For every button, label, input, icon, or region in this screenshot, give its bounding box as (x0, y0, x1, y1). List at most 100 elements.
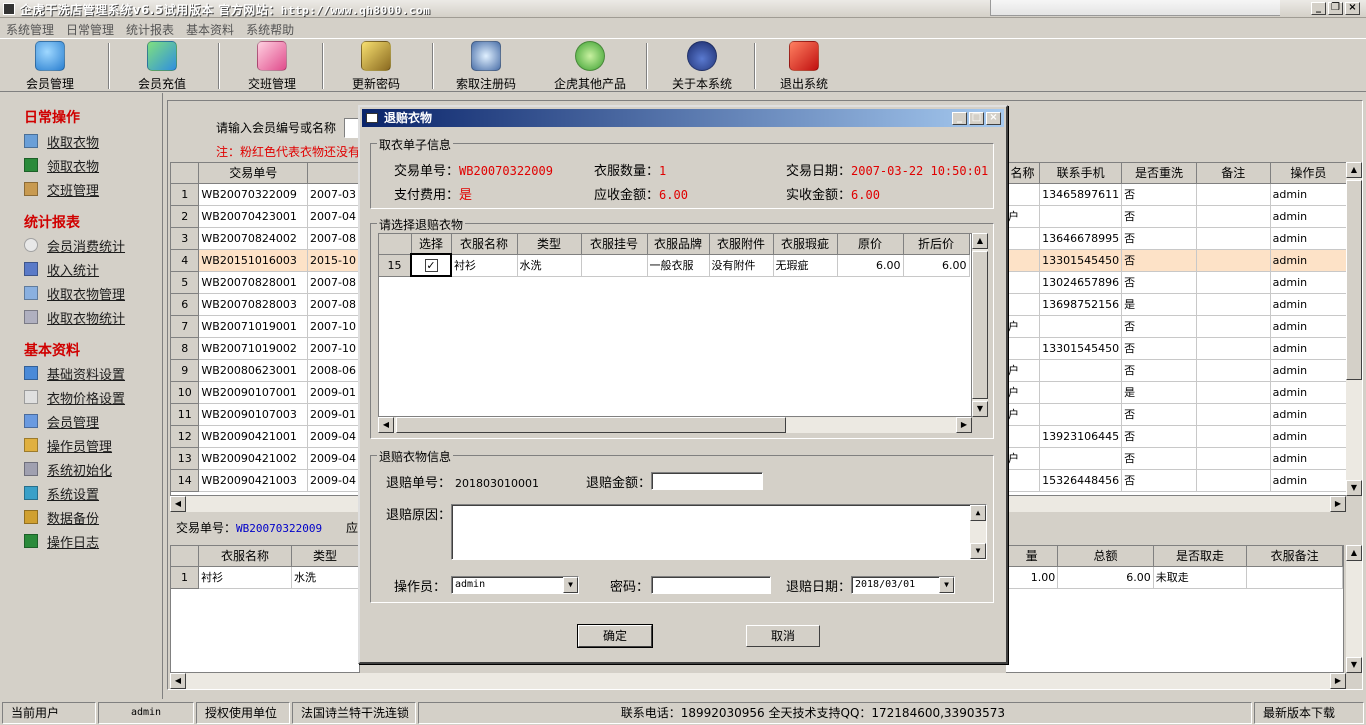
column-header-price[interactable]: 原价 (837, 234, 904, 255)
sidebar-item-clothes-manage[interactable]: 收取衣物管理 (24, 283, 125, 303)
column-header-picked[interactable]: 是否取走 (1153, 546, 1248, 567)
scroll-up-icon[interactable]: ▲ (972, 233, 988, 249)
table-row[interactable]: 13301545450 否 admin (1006, 249, 1347, 272)
scroll-thumb[interactable] (1346, 180, 1362, 380)
table-row[interactable]: 户否 admin (1006, 403, 1347, 426)
column-header-rewash[interactable]: 是否重洗 (1121, 163, 1197, 184)
reason-textarea[interactable]: ▲ ▼ (451, 504, 987, 560)
column-header-cloth-type[interactable]: 类型 (291, 546, 359, 567)
maximize-icon[interactable]: □ (969, 112, 984, 125)
table-row[interactable]: 户否 admin (1006, 359, 1347, 382)
column-header-cloth-name[interactable]: 衣服名称 (451, 234, 518, 255)
menu-help[interactable]: 系统帮助 (240, 19, 300, 37)
chevron-down-icon[interactable]: ▼ (563, 577, 578, 593)
table-row[interactable]: 13024657896 否 admin (1006, 271, 1347, 294)
clothes-vscroll[interactable]: ▲ ▼ (1346, 545, 1362, 673)
column-header-select[interactable]: 选择 (411, 234, 452, 255)
toolbar-about-button[interactable]: 关于本系统 (666, 41, 738, 91)
sidebar-item-operators[interactable]: 操作员管理 (24, 435, 112, 455)
scroll-down-icon[interactable]: ▼ (970, 543, 986, 559)
scroll-up-icon[interactable]: ▲ (970, 505, 986, 521)
toolbar-exit-button[interactable]: 退出系统 (774, 41, 834, 91)
sidebar-item-receive[interactable]: 收取衣物 (24, 131, 99, 151)
column-header-remark[interactable]: 备注 (1196, 163, 1271, 184)
column-header-total[interactable]: 总额 (1057, 546, 1154, 567)
close-icon[interactable]: × (1345, 2, 1360, 15)
sidebar-item-log[interactable]: 操作日志 (24, 531, 99, 551)
toolbar-products-button[interactable]: 企虎其他产品 (548, 41, 632, 91)
sidebar-item-price-settings[interactable]: 衣物价格设置 (24, 387, 125, 407)
operator-select[interactable]: admin ▼ (451, 576, 579, 594)
column-header-operator[interactable]: 操作员 (1270, 163, 1347, 184)
table-row[interactable]: 13301545450 否 admin (1006, 337, 1347, 360)
scroll-left-icon[interactable]: ◀ (170, 496, 186, 512)
scroll-down-icon[interactable]: ▼ (1346, 480, 1362, 496)
scroll-up-icon[interactable]: ▲ (1346, 545, 1362, 561)
refund-date-picker[interactable]: 2018/03/01 ▼ (851, 576, 955, 594)
minimize-icon[interactable]: _ (1311, 2, 1326, 15)
sidebar-item-shift[interactable]: 交班管理 (24, 179, 99, 199)
column-header-tag[interactable]: 衣服挂号 (581, 234, 648, 255)
table-row[interactable]: 13923106445 否 admin (1006, 425, 1347, 448)
scroll-left-icon[interactable]: ◀ (378, 417, 394, 433)
table-row[interactable]: 户是 admin (1006, 381, 1347, 404)
toolbar-members-button[interactable]: 会员管理 (20, 41, 80, 91)
table-row[interactable]: 9 WB20080623001 2008-06 (171, 359, 359, 382)
table-row[interactable]: 11 WB20090107003 2009-01 (171, 403, 359, 426)
table-row[interactable]: 1 衬衫 水洗 (171, 566, 359, 589)
table-row[interactable]: 3 WB20070824002 2007-08 (171, 227, 359, 250)
table-row[interactable]: 10 WB20090107001 2009-01 (171, 381, 359, 404)
sidebar-item-init[interactable]: 系统初始化 (24, 459, 112, 479)
refund-table-hscroll[interactable]: ◀ ▶ (378, 417, 972, 433)
column-header-cloth-name[interactable]: 衣服名称 (198, 546, 292, 567)
table-row[interactable]: 13465897611 否 admin (1006, 183, 1347, 206)
column-header-cloth-type[interactable]: 类型 (517, 234, 582, 255)
scroll-down-icon[interactable]: ▼ (1346, 657, 1362, 673)
sidebar-item-backup[interactable]: 数据备份 (24, 507, 99, 527)
scroll-up-icon[interactable]: ▲ (1346, 162, 1362, 178)
restore-icon[interactable]: ❐ (1328, 2, 1343, 15)
sidebar-item-clothes-stats[interactable]: 收取衣物统计 (24, 307, 125, 327)
table-row[interactable]: 4 WB20151016003 2015-10 (171, 249, 359, 272)
table-row[interactable]: 15326448456 否 admin (1006, 469, 1347, 492)
select-checkbox[interactable]: ✓ (424, 258, 438, 272)
download-link[interactable]: 最新版本下载 (1254, 702, 1364, 724)
toolbar-shift-button[interactable]: 交班管理 (242, 41, 302, 91)
table-row[interactable]: 6 WB20070828003 2007-08 (171, 293, 359, 316)
table-row[interactable]: 1 WB20070322009 2007-03 (171, 183, 359, 206)
table-row[interactable]: 户否 admin (1006, 447, 1347, 470)
menu-daily[interactable]: 日常管理 (60, 19, 120, 37)
scroll-right-icon[interactable]: ▶ (1330, 673, 1346, 689)
chevron-down-icon[interactable]: ▼ (939, 577, 954, 593)
scroll-down-icon[interactable]: ▼ (972, 401, 988, 417)
menu-basic[interactable]: 基本资料 (180, 19, 240, 37)
table-row[interactable]: 15 ✓ 衬衫 水洗 一般衣服 没有附件 无瑕疵 6.00 6.00 (379, 253, 970, 277)
column-header-cloth-remark[interactable]: 衣服备注 (1246, 546, 1343, 567)
scroll-right-icon[interactable]: ▶ (956, 417, 972, 433)
table-row[interactable]: 13698752156 是 admin (1006, 293, 1347, 316)
clothes-hscroll[interactable]: ◀ ▶ (170, 673, 1346, 689)
toolbar-recharge-button[interactable]: 会员充值 (132, 41, 192, 91)
scroll-left-icon[interactable]: ◀ (170, 673, 186, 689)
table-row[interactable]: 5 WB20070828001 2007-08 (171, 271, 359, 294)
scroll-right-icon[interactable]: ▶ (1330, 496, 1346, 512)
cancel-button[interactable]: 取消 (746, 625, 820, 647)
toolbar-register-button[interactable]: 索取注册码 (450, 41, 522, 91)
table-row[interactable]: 1.00 6.00 未取走 (1006, 566, 1343, 589)
menu-reports[interactable]: 统计报表 (120, 19, 180, 37)
table-row[interactable]: 8 WB20071019002 2007-10 (171, 337, 359, 360)
sidebar-item-member-stats[interactable]: 会员消费统计 (24, 235, 125, 255)
sidebar-item-income-stats[interactable]: 收入统计 (24, 259, 99, 279)
column-header-attachment[interactable]: 衣服附件 (709, 234, 774, 255)
sidebar-item-system-settings[interactable]: 系统设置 (24, 483, 99, 503)
table-row[interactable]: 13646678995 否 admin (1006, 227, 1347, 250)
reason-vscroll[interactable]: ▲ ▼ (970, 505, 986, 559)
table-row[interactable]: 7 WB20071019001 2007-10 (171, 315, 359, 338)
column-header-flaw[interactable]: 衣服瑕疵 (773, 234, 838, 255)
table-row[interactable]: 户否 admin (1006, 205, 1347, 228)
refund-amount-input[interactable] (651, 472, 763, 490)
ok-button[interactable]: 确定 (577, 624, 653, 648)
password-input[interactable] (651, 576, 771, 594)
menu-system[interactable]: 系统管理 (0, 19, 60, 37)
table-row[interactable]: 2 WB20070423001 2007-04 (171, 205, 359, 228)
